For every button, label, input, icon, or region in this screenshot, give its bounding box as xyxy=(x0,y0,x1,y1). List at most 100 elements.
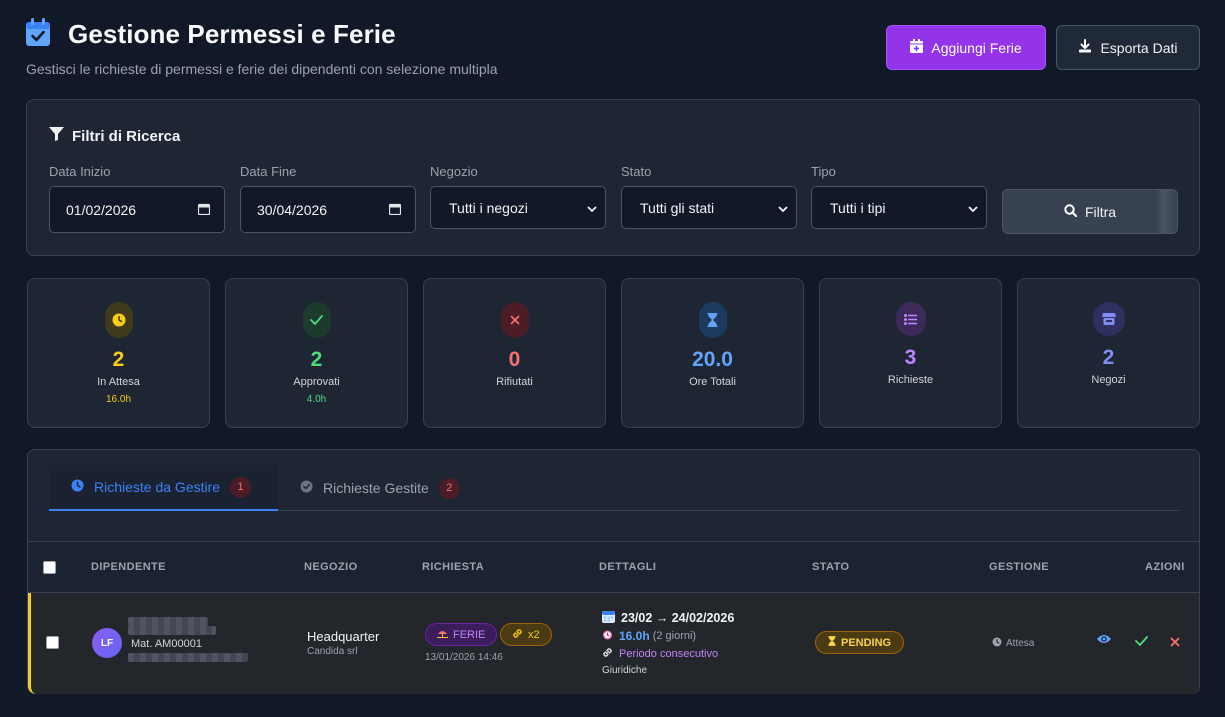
clock-icon xyxy=(104,302,133,338)
clock-icon xyxy=(992,637,1002,650)
filter-button[interactable]: Filtra xyxy=(1002,189,1178,234)
type-label: Tipo xyxy=(811,164,836,179)
table-header: DIPENDENTE NEGOZIO RICHIESTA DETTAGLI ST… xyxy=(28,541,1199,593)
search-icon xyxy=(1064,203,1078,220)
eye-icon xyxy=(1096,632,1112,649)
stat-label: Approvati xyxy=(293,376,340,388)
status-group: Stato Tutti gli stati xyxy=(621,164,797,229)
request-created-at: 13/01/2026 14:46 xyxy=(425,652,503,663)
filters-heading: Filtri di Ricerca xyxy=(49,127,180,145)
stat-label: Ore Totali xyxy=(689,376,736,388)
tabs-bar: Richieste da Gestire 1 Richieste Gestite… xyxy=(49,465,1179,511)
end-date-group: Data Fine 30/04/2026 xyxy=(240,164,416,233)
store-group: Negozio Tutti i negozi xyxy=(430,164,606,229)
requests-panel: Richieste da Gestire 1 Richieste Gestite… xyxy=(27,449,1200,694)
status-badge: PENDING xyxy=(815,631,905,654)
request-type-badge: FERIE xyxy=(425,623,498,646)
chevron-down-icon xyxy=(587,200,597,216)
stat-card-rejected: 0 Rifiutati xyxy=(423,278,606,428)
tab-count-badge: 1 xyxy=(230,476,252,498)
export-button[interactable]: Esporta Dati xyxy=(1056,25,1200,70)
hourglass-icon xyxy=(698,302,727,338)
check-icon xyxy=(1135,633,1148,650)
calendar-plus-icon xyxy=(910,39,924,56)
type-select-value: Tutti i tipi xyxy=(830,199,886,216)
tab-handled-requests[interactable]: Richieste Gestite 2 xyxy=(278,465,482,511)
stat-value: 3 xyxy=(904,346,917,369)
x-icon xyxy=(500,302,529,338)
page-header: Gestione Permessi e Ferie Gestisci le ri… xyxy=(26,18,498,77)
details-category: Giuridiche xyxy=(602,665,648,676)
table-row[interactable]: LF Mat. AM00001 Headquarter Candida srl … xyxy=(28,593,1199,694)
column-header-actions: AZIONI xyxy=(1145,561,1185,573)
employee-name-redacted xyxy=(128,626,216,635)
filters-title: Filtri di Ricerca xyxy=(72,127,181,145)
select-all-checkbox[interactable] xyxy=(43,561,56,574)
add-leave-button[interactable]: Aggiungi Ferie xyxy=(886,25,1046,70)
row-checkbox[interactable] xyxy=(46,636,59,649)
link-icon xyxy=(602,647,613,661)
filter-icon xyxy=(49,127,64,145)
calendar-icon xyxy=(197,202,211,218)
filter-button-label: Filtra xyxy=(1084,203,1117,220)
days-value: (2 giorni) xyxy=(652,630,697,642)
tab-label: Richieste Gestite xyxy=(323,480,429,496)
end-date-label: Data Fine xyxy=(240,164,297,179)
stat-label: Richieste xyxy=(887,374,934,386)
status-label: PENDING xyxy=(841,636,892,649)
export-label: Esporta Dati xyxy=(1100,39,1178,56)
x-icon xyxy=(1170,634,1180,651)
period-text: 23/02 → 24/02/2026 xyxy=(621,611,735,625)
stat-card-stores: 2 Negozi xyxy=(1017,278,1200,428)
column-header-store: NEGOZIO xyxy=(304,561,358,573)
tab-count-badge: 2 xyxy=(438,477,460,499)
store-name: Headquarter xyxy=(307,629,380,644)
hourglass-icon xyxy=(828,636,836,649)
stat-value: 2 xyxy=(1102,346,1115,369)
type-select[interactable]: Tutti i tipi xyxy=(811,186,987,229)
employee-email-redacted xyxy=(128,653,248,662)
status-select[interactable]: Tutti gli stati xyxy=(621,186,797,229)
stat-label: Negozi xyxy=(1091,374,1126,386)
stat-value: 20.0 xyxy=(692,348,733,371)
stat-card-pending: 2 In Attesa 16.0h xyxy=(27,278,210,428)
start-date-value: 01/02/2026 xyxy=(66,201,137,218)
column-header-details: DETTAGLI xyxy=(599,561,657,573)
stat-sub: 16.0h xyxy=(105,394,132,405)
list-icon xyxy=(895,302,926,336)
start-date-label: Data Inizio xyxy=(49,164,111,179)
start-date-input[interactable]: 01/02/2026 xyxy=(49,186,225,233)
page-title: Gestione Permessi e Ferie xyxy=(68,19,396,49)
end-date-input[interactable]: 30/04/2026 xyxy=(240,186,416,233)
stat-card-approved: 2 Approvati 4.0h xyxy=(225,278,408,428)
check-icon xyxy=(302,302,331,338)
store-icon xyxy=(1092,302,1125,336)
approve-button[interactable] xyxy=(1135,633,1148,651)
details-hours: 16.0h (2 giorni) xyxy=(602,629,696,643)
management-status: Attesa xyxy=(992,637,1034,650)
reject-button[interactable] xyxy=(1170,634,1180,652)
details-consecutive: Periodo consecutivo xyxy=(602,647,718,661)
details-period: 23/02 → 24/02/2026 xyxy=(602,610,734,626)
stat-value: 0 xyxy=(508,348,521,371)
type-group: Tipo Tutti i tipi xyxy=(811,164,987,229)
link-icon xyxy=(512,628,523,642)
header-actions: Aggiungi Ferie Esporta Dati xyxy=(886,25,1200,70)
stat-card-hours: 20.0 Ore Totali xyxy=(621,278,804,428)
store-select[interactable]: Tutti i negozi xyxy=(430,186,606,229)
view-button[interactable] xyxy=(1096,632,1112,650)
employee-id: Mat. AM00001 xyxy=(131,638,202,650)
page-subtitle: Gestisci le richieste di permessi e feri… xyxy=(26,61,498,77)
consecutive-label: Periodo consecutivo xyxy=(619,648,719,660)
add-leave-label: Aggiungi Ferie xyxy=(931,39,1022,56)
stat-card-requests: 3 Richieste xyxy=(819,278,1002,428)
status-select-value: Tutti gli stati xyxy=(640,199,715,216)
management-label: Attesa xyxy=(1006,638,1035,649)
stat-label: In Attesa xyxy=(97,376,140,388)
stat-label: Rifiutati xyxy=(496,376,533,388)
tab-pending-requests[interactable]: Richieste da Gestire 1 xyxy=(49,465,278,511)
tab-label: Richieste da Gestire xyxy=(94,479,221,495)
beach-icon xyxy=(437,628,448,641)
employee-name-redacted xyxy=(128,617,208,626)
download-icon xyxy=(1078,39,1092,56)
